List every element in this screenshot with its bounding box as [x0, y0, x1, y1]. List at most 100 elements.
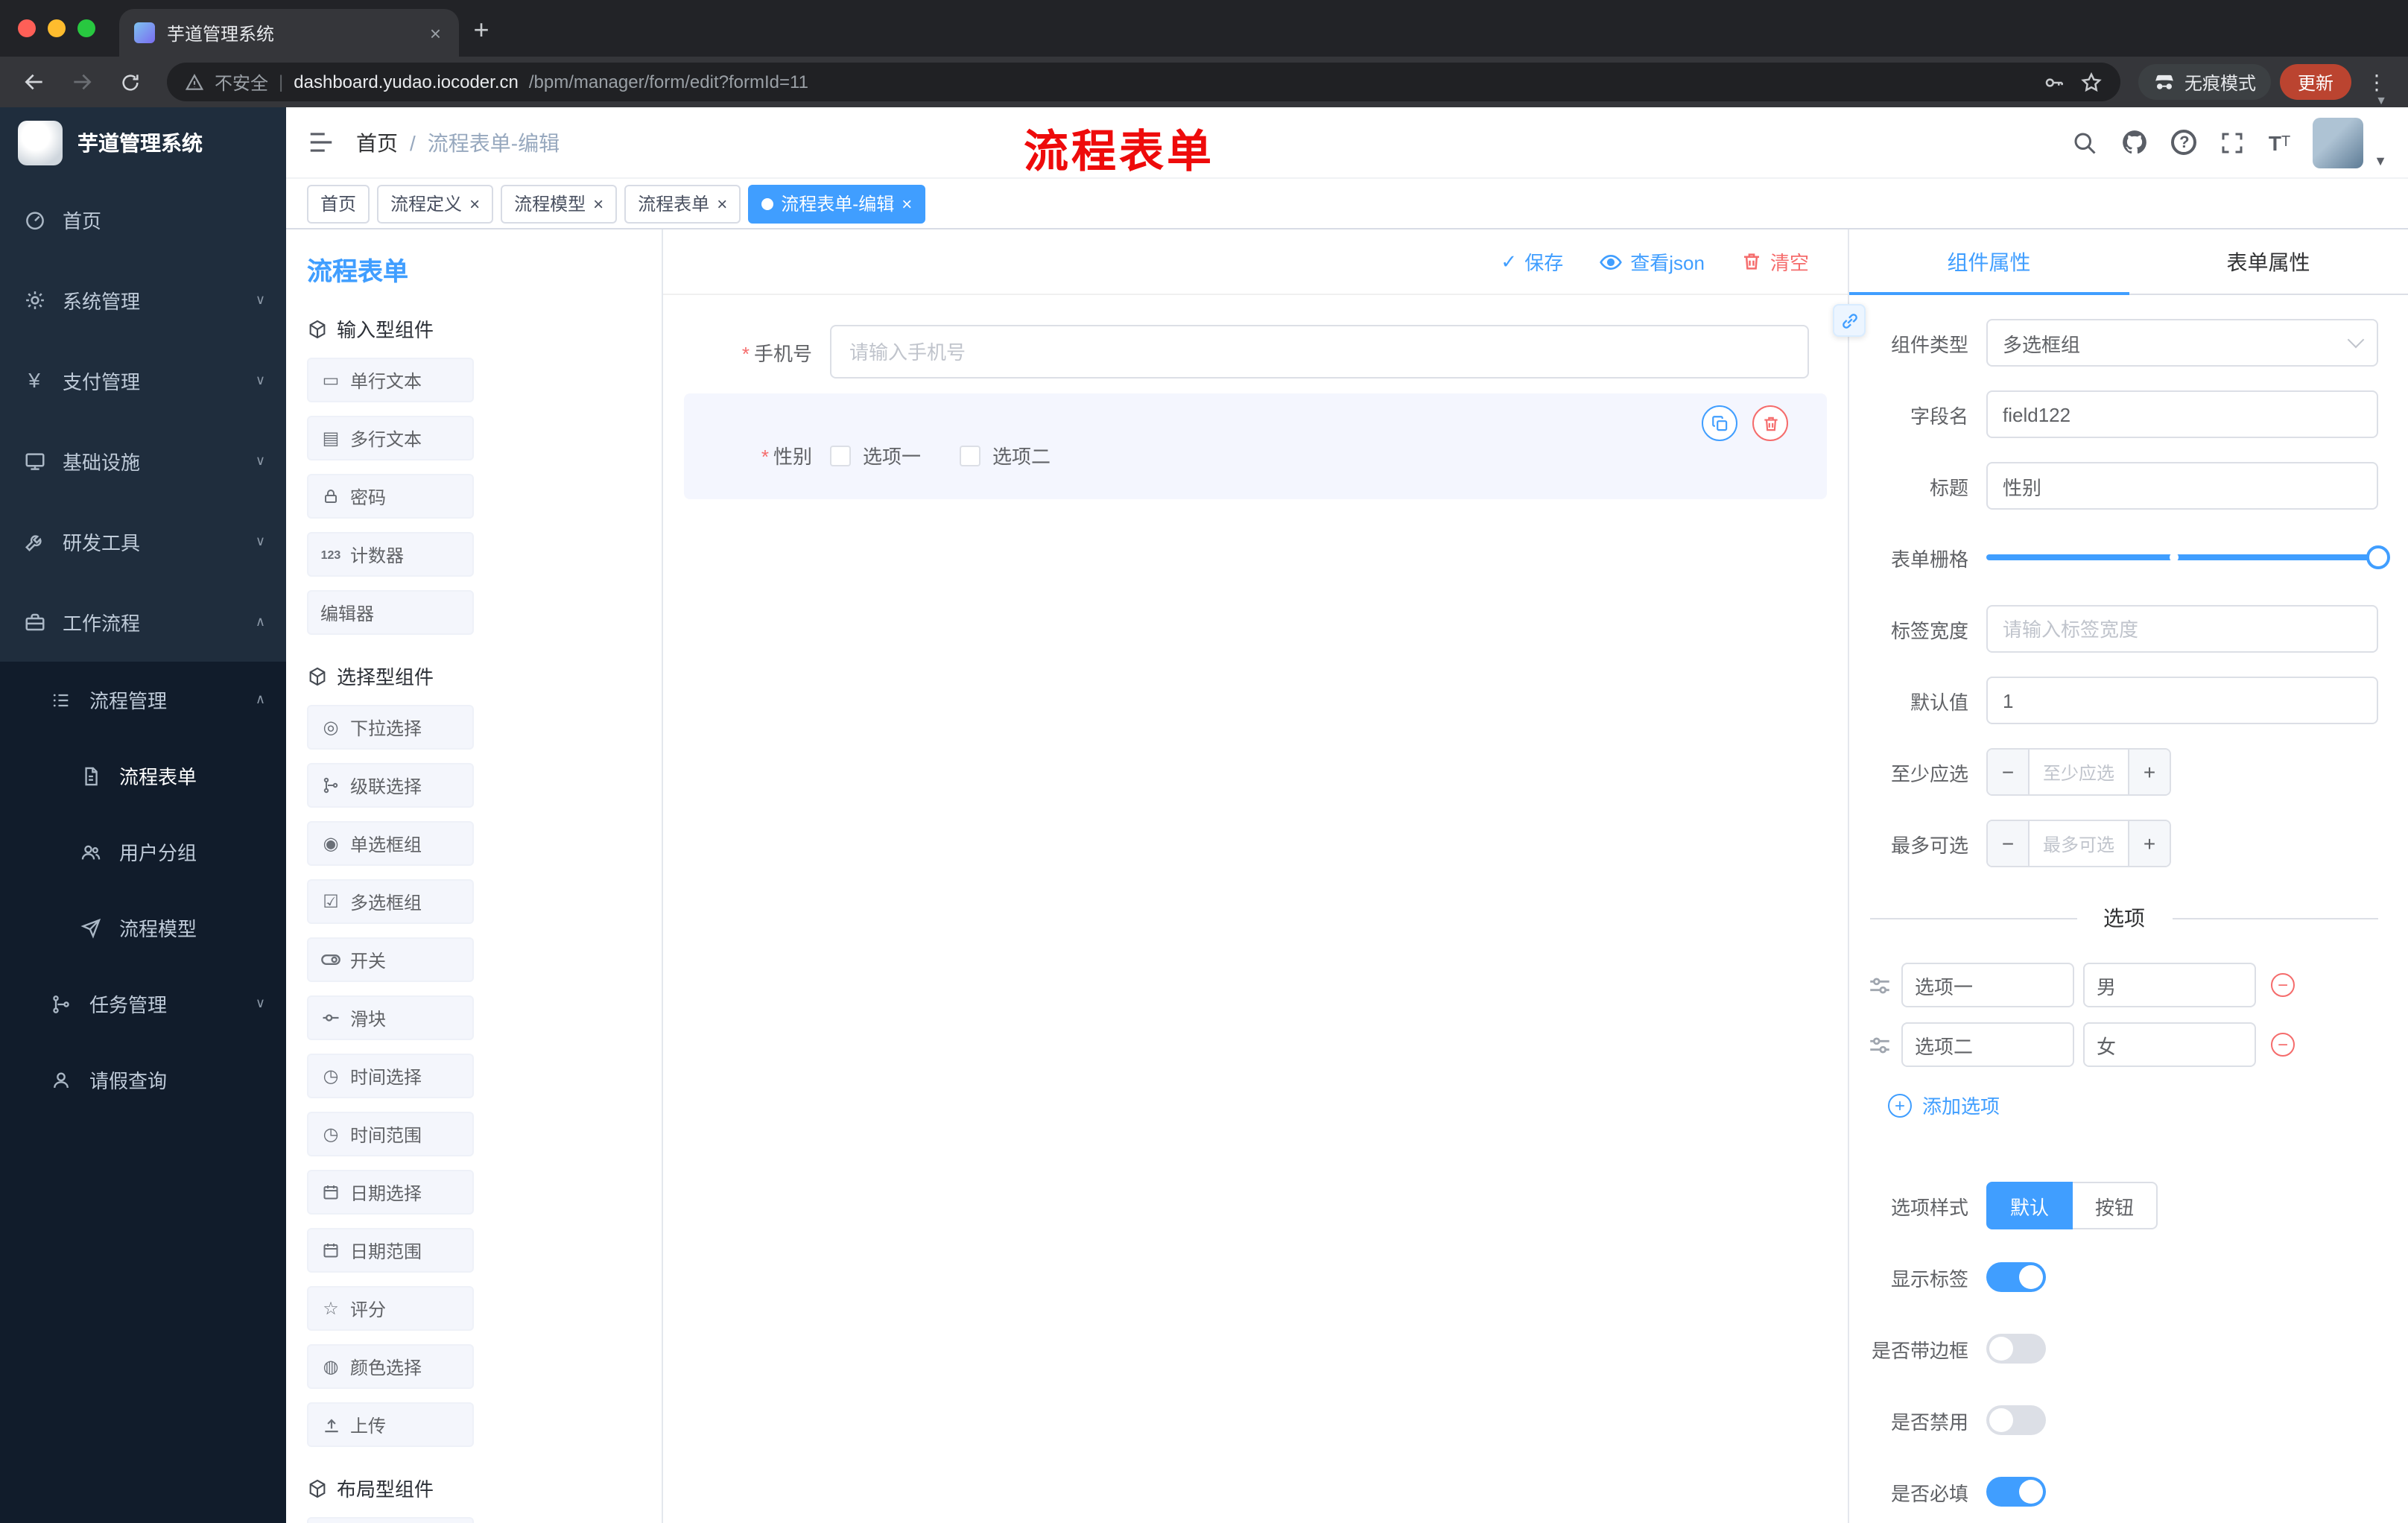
save-button[interactable]: ✓ 保存: [1501, 247, 1563, 276]
view-json-button[interactable]: 查看json: [1599, 247, 1705, 276]
tag-close-icon[interactable]: ×: [717, 193, 727, 214]
default-value-input[interactable]: [1986, 677, 2378, 724]
max-select-input[interactable]: 最多可选: [2030, 821, 2128, 866]
option-label-input[interactable]: [1901, 1022, 2074, 1067]
breadcrumb-home[interactable]: 首页: [356, 127, 398, 157]
sidebar-item-infrastructure[interactable]: 基础设施 ∨: [0, 420, 286, 501]
checkbox-unchecked-icon[interactable]: [960, 445, 981, 466]
style-button-button[interactable]: 按钮: [2073, 1182, 2158, 1229]
comp-cascader[interactable]: 级联选择: [307, 763, 474, 808]
chevron-down-icon[interactable]: ▼: [2374, 153, 2387, 168]
slider-track[interactable]: [1986, 545, 2390, 569]
comp-select[interactable]: ◎ 下拉选择: [307, 705, 474, 750]
sidebar-item-process-management[interactable]: 流程管理 ∧: [0, 662, 286, 738]
min-select-input[interactable]: 至少应选: [2030, 750, 2128, 794]
tag-close-icon[interactable]: ×: [469, 193, 480, 214]
tag-home[interactable]: 首页: [307, 184, 370, 223]
decrease-button[interactable]: −: [1988, 750, 2030, 794]
add-option-button[interactable]: + 添加选项: [1888, 1091, 2378, 1119]
password-key-icon[interactable]: [2043, 71, 2065, 93]
field-name-input[interactable]: [1986, 390, 2378, 438]
tab-close-icon[interactable]: ×: [427, 22, 444, 44]
checkbox-unchecked-icon[interactable]: [830, 445, 851, 466]
form-grid-slider[interactable]: [1986, 533, 2390, 581]
sidebar-item-user-group[interactable]: 用户分组: [0, 814, 286, 890]
bookmark-star-icon[interactable]: [2080, 71, 2103, 93]
required-toggle[interactable]: [1986, 1477, 2046, 1507]
fullscreen-icon[interactable]: [2220, 129, 2246, 156]
browser-tab[interactable]: 芋道管理系统 ×: [119, 9, 459, 57]
comp-time-range[interactable]: ◷ 时间范围: [307, 1112, 474, 1156]
security-label[interactable]: 不安全: [215, 69, 268, 95]
comp-single-text[interactable]: ▭ 单行文本: [307, 358, 474, 402]
option-value-input[interactable]: [2083, 1022, 2256, 1067]
remove-option-icon[interactable]: −: [2271, 1033, 2295, 1057]
comp-slider[interactable]: 滑块: [307, 995, 474, 1040]
comp-switch[interactable]: 开关: [307, 937, 474, 982]
github-icon[interactable]: [2121, 128, 2149, 156]
delete-field-button[interactable]: [1752, 405, 1788, 441]
reload-icon[interactable]: [110, 63, 149, 101]
label-width-input[interactable]: [1986, 605, 2378, 653]
comp-row-container[interactable]: ◫行容器: [307, 1517, 474, 1523]
tag-process-model[interactable]: 流程模型 ×: [501, 184, 618, 223]
tag-close-icon[interactable]: ×: [902, 193, 912, 214]
not-secure-warning-icon[interactable]: [185, 72, 204, 92]
canvas-field-phone[interactable]: 手机号: [702, 325, 1809, 379]
comp-counter[interactable]: 123 计数器: [307, 532, 474, 577]
help-icon[interactable]: ?: [2171, 130, 2197, 155]
forward-icon[interactable]: [63, 63, 101, 101]
close-window-button[interactable]: [18, 19, 36, 37]
minimize-window-button[interactable]: [48, 19, 66, 37]
remove-option-icon[interactable]: −: [2271, 973, 2295, 997]
link-icon[interactable]: [1833, 304, 1866, 337]
sidebar-item-task-management[interactable]: 任务管理 ∨: [0, 966, 286, 1042]
tag-process-form-edit[interactable]: 流程表单-编辑 ×: [748, 184, 926, 223]
increase-button[interactable]: +: [2128, 750, 2170, 794]
drag-handle-icon[interactable]: [1867, 972, 1892, 998]
back-icon[interactable]: [15, 63, 54, 101]
style-default-button[interactable]: 默认: [1986, 1182, 2073, 1229]
option-label-input[interactable]: [1901, 963, 2074, 1007]
canvas-field-gender-selected[interactable]: 性别 选项一 选项二: [684, 393, 1827, 499]
zoom-window-button[interactable]: [77, 19, 95, 37]
title-input[interactable]: [1986, 462, 2378, 510]
search-icon[interactable]: [2072, 129, 2099, 156]
avatar[interactable]: [2313, 117, 2364, 168]
chevron-down-icon[interactable]: ▼: [2375, 94, 2387, 107]
show-label-toggle[interactable]: [1986, 1262, 2046, 1292]
comp-date-range[interactable]: 日期范围: [307, 1228, 474, 1273]
comp-time-picker[interactable]: ◷ 时间选择: [307, 1054, 474, 1098]
font-size-icon[interactable]: TT: [2269, 130, 2290, 154]
new-tab-button[interactable]: +: [459, 7, 504, 52]
copy-field-button[interactable]: [1702, 405, 1737, 441]
tag-process-definition[interactable]: 流程定义 ×: [377, 184, 494, 223]
increase-button[interactable]: +: [2128, 821, 2170, 866]
option-value-input[interactable]: [2083, 963, 2256, 1007]
tab-component-props[interactable]: 组件属性: [1849, 229, 2129, 295]
disabled-toggle[interactable]: [1986, 1405, 2046, 1435]
comp-editor[interactable]: 编辑器: [307, 590, 474, 635]
browser-menu-icon[interactable]: ⋮: [2360, 69, 2393, 95]
gender-option-1[interactable]: 选项一: [830, 441, 921, 469]
component-type-select[interactable]: 多选框组: [1986, 319, 2378, 367]
comp-radio-group[interactable]: ◉ 单选框组: [307, 821, 474, 866]
comp-upload[interactable]: 上传: [307, 1402, 474, 1447]
sidebar-logo[interactable]: 芋道管理系统: [0, 107, 286, 179]
tab-form-props[interactable]: 表单属性: [2129, 229, 2408, 294]
sidebar-item-devtools[interactable]: 研发工具 ∨: [0, 501, 286, 581]
hamburger-icon[interactable]: [307, 128, 335, 156]
slider-handle[interactable]: [2366, 545, 2390, 569]
sidebar-item-payment[interactable]: ¥ 支付管理 ∨: [0, 340, 286, 420]
clear-button[interactable]: 清空: [1740, 247, 1809, 276]
tag-close-icon[interactable]: ×: [593, 193, 603, 214]
sidebar-item-system[interactable]: 系统管理 ∨: [0, 259, 286, 340]
address-bar[interactable]: 不安全 | dashboard.yudao.iocoder.cn/bpm/man…: [167, 63, 2120, 101]
comp-rate[interactable]: ☆ 评分: [307, 1286, 474, 1331]
tag-process-form[interactable]: 流程表单 ×: [624, 184, 741, 223]
sidebar-item-workflow[interactable]: 工作流程 ∧: [0, 581, 286, 662]
decrease-button[interactable]: −: [1988, 821, 2030, 866]
sidebar-item-home[interactable]: 首页: [0, 179, 286, 259]
border-toggle[interactable]: [1986, 1334, 2046, 1364]
drag-handle-icon[interactable]: [1867, 1032, 1892, 1057]
